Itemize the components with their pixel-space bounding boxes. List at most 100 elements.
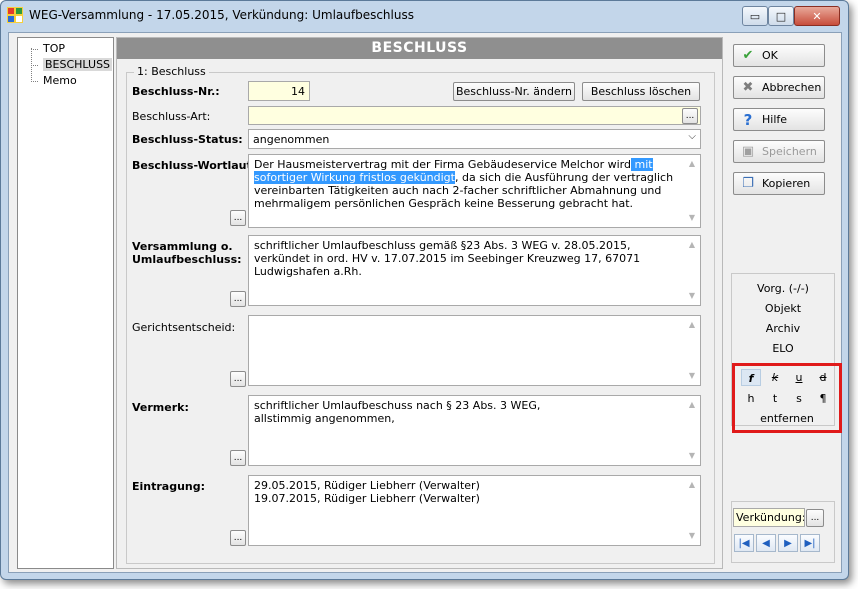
vermerk-textarea[interactable]: schriftlicher Umlaufbeschuss nach § 23 A… <box>248 395 701 466</box>
scroll-up-icon: ▲ <box>688 240 696 249</box>
verkuendung-browse-button[interactable]: ... <box>806 509 824 527</box>
cancel-icon: ✖ <box>742 80 754 95</box>
panel-header: BESCHLUSS <box>117 38 722 59</box>
subscript-button[interactable]: t <box>765 390 785 407</box>
scroll-up-icon: ▲ <box>688 400 696 409</box>
verkuendung-field[interactable]: Verkündung: U <box>733 508 805 527</box>
ok-button[interactable]: ✔ OK <box>733 44 825 67</box>
status-select[interactable]: angenommen ⌵ <box>248 129 701 149</box>
wortlaut-text: Der Hausmeistervertrag mit der Firma Geb… <box>254 158 631 171</box>
status-value: angenommen <box>253 133 330 146</box>
art-browse-button[interactable]: ... <box>682 108 698 124</box>
last-icon: ▶| <box>804 537 816 549</box>
bold-button[interactable]: f <box>741 369 761 386</box>
scroll-down-icon: ▼ <box>688 451 696 460</box>
gericht-edit-button[interactable]: ... <box>230 371 246 387</box>
kopieren-label: Kopieren <box>762 177 811 190</box>
eintragung-line: 29.05.2015, Rüdiger Liebherr (Verwalter) <box>254 479 480 492</box>
elo-link[interactable]: ELO <box>732 342 834 355</box>
chevron-down-icon: ⌵ <box>688 131 696 142</box>
abbrechen-button[interactable]: ✖ Abbrechen <box>733 76 825 99</box>
tree-item-top[interactable]: TOP <box>30 42 68 56</box>
paragraph-button[interactable]: ¶ <box>813 390 833 407</box>
next-icon: ▶ <box>784 537 792 549</box>
title-bar: WEG-Versammlung - 17.05.2015, Verkündung… <box>1 1 848 31</box>
objekt-link[interactable]: Objekt <box>732 302 834 315</box>
versammlung-textarea[interactable]: schriftlicher Umlaufbeschluss gemäß §23 … <box>248 235 701 306</box>
gericht-textarea[interactable]: ▲ ▼ <box>248 315 701 386</box>
save-icon: ▣ <box>741 144 755 159</box>
maximize-icon: □ <box>775 9 787 23</box>
wortlaut-label: Beschluss-Wortlaut: <box>132 159 257 172</box>
wortlaut-edit-button[interactable]: ... <box>230 210 246 226</box>
minimize-icon: ▭ <box>749 9 761 23</box>
help-icon: ? <box>743 110 753 129</box>
scroll-up-icon: ▲ <box>688 159 696 168</box>
tree-item-memo[interactable]: Memo <box>31 74 80 88</box>
delete-beschluss-button[interactable]: Beschluss löschen <box>582 82 700 101</box>
gericht-scrollbar[interactable]: ▲ ▼ <box>685 317 699 384</box>
previous-icon: ◀ <box>762 537 770 549</box>
first-icon: |◀ <box>738 537 750 549</box>
tree-item-label: TOP <box>43 42 66 55</box>
versammlung-label-1: Versammlung o. <box>132 240 233 253</box>
last-record-button[interactable]: ▶| <box>800 534 820 552</box>
speichern-button[interactable]: ▣ Speichern <box>733 140 825 163</box>
main-window: WEG-Versammlung - 17.05.2015, Verkündung… <box>0 0 849 580</box>
copy-icon: ❐ <box>742 176 754 191</box>
vermerk-edit-button[interactable]: ... <box>230 450 246 466</box>
status-label: Beschluss-Status: <box>132 133 243 146</box>
tree-item-label: Memo <box>43 74 77 87</box>
beschluss-panel: BESCHLUSS 1: Beschluss Beschluss-Nr.: 14… <box>116 37 723 569</box>
art-input[interactable] <box>248 106 701 125</box>
eintragung-textarea[interactable]: 29.05.2015, Rüdiger Liebherr (Verwalter)… <box>248 475 701 546</box>
vorg-link[interactable]: Vorg. (-/-) <box>732 282 834 295</box>
scroll-up-icon: ▲ <box>688 320 696 329</box>
hilfe-label: Hilfe <box>762 113 788 126</box>
window-title: WEG-Versammlung - 17.05.2015, Verkündung… <box>29 8 414 22</box>
previous-record-button[interactable]: ◀ <box>756 534 776 552</box>
tree-item-beschluss[interactable]: BESCHLUSS <box>30 58 115 72</box>
remove-format-button[interactable]: entfernen <box>755 410 819 427</box>
italic-button[interactable]: k <box>765 369 785 386</box>
scroll-down-icon: ▼ <box>688 371 696 380</box>
checkmark-icon: ✔ <box>742 48 754 63</box>
change-nr-button[interactable]: Beschluss-Nr. ändern <box>453 82 575 101</box>
versammlung-text: schriftlicher Umlaufbeschluss gemäß §23 … <box>254 239 641 278</box>
versammlung-label-2: Umlaufbeschluss: <box>132 253 242 266</box>
first-record-button[interactable]: |◀ <box>734 534 754 552</box>
vermerk-label: Vermerk: <box>132 401 189 414</box>
ok-label: OK <box>762 49 778 62</box>
beschluss-group: 1: Beschluss Beschluss-Nr.: 14 Beschluss… <box>126 65 715 564</box>
archiv-link[interactable]: Archiv <box>732 322 834 335</box>
wortlaut-scrollbar[interactable]: ▲ ▼ <box>685 156 699 226</box>
maximize-button[interactable]: □ <box>768 6 794 26</box>
nr-input[interactable]: 14 <box>248 81 310 101</box>
wortlaut-selection: Wirkung fristlos gekündigt <box>310 171 455 184</box>
kopieren-button[interactable]: ❐ Kopieren <box>733 172 825 195</box>
wortlaut-textarea[interactable]: Der Hausmeistervertrag mit der Firma Geb… <box>248 154 701 228</box>
nr-label: Beschluss-Nr.: <box>132 85 220 98</box>
minimize-button[interactable]: ▭ <box>742 6 768 26</box>
close-button[interactable]: ✕ <box>794 6 840 26</box>
eintragung-edit-button[interactable]: ... <box>230 530 246 546</box>
next-record-button[interactable]: ▶ <box>778 534 798 552</box>
format-toolbar: f k u d h t s ¶ entfernen <box>732 363 842 433</box>
vermerk-scrollbar[interactable]: ▲ ▼ <box>685 397 699 464</box>
scroll-up-icon: ▲ <box>688 480 696 489</box>
superscript-button[interactable]: h <box>741 390 761 407</box>
abbrechen-label: Abbrechen <box>762 81 822 94</box>
eintragung-label: Eintragung: <box>132 480 206 493</box>
scroll-down-icon: ▼ <box>688 531 696 540</box>
versammlung-edit-button[interactable]: ... <box>230 291 246 307</box>
strikethrough-button[interactable]: d <box>813 369 833 386</box>
hilfe-button[interactable]: ? Hilfe <box>733 108 825 131</box>
eintragung-line: 19.07.2015, Rüdiger Liebherr (Verwalter) <box>254 492 480 505</box>
scroll-down-icon: ▼ <box>688 291 696 300</box>
s-button[interactable]: s <box>789 390 809 407</box>
versammlung-scrollbar[interactable]: ▲ ▼ <box>685 237 699 304</box>
eintragung-scrollbar[interactable]: ▲ ▼ <box>685 477 699 544</box>
navigation-tree: TOP BESCHLUSS Memo <box>17 37 114 569</box>
client-area: TOP BESCHLUSS Memo BESCHLUSS 1: Beschlus… <box>8 32 842 573</box>
underline-button[interactable]: u <box>789 369 809 386</box>
